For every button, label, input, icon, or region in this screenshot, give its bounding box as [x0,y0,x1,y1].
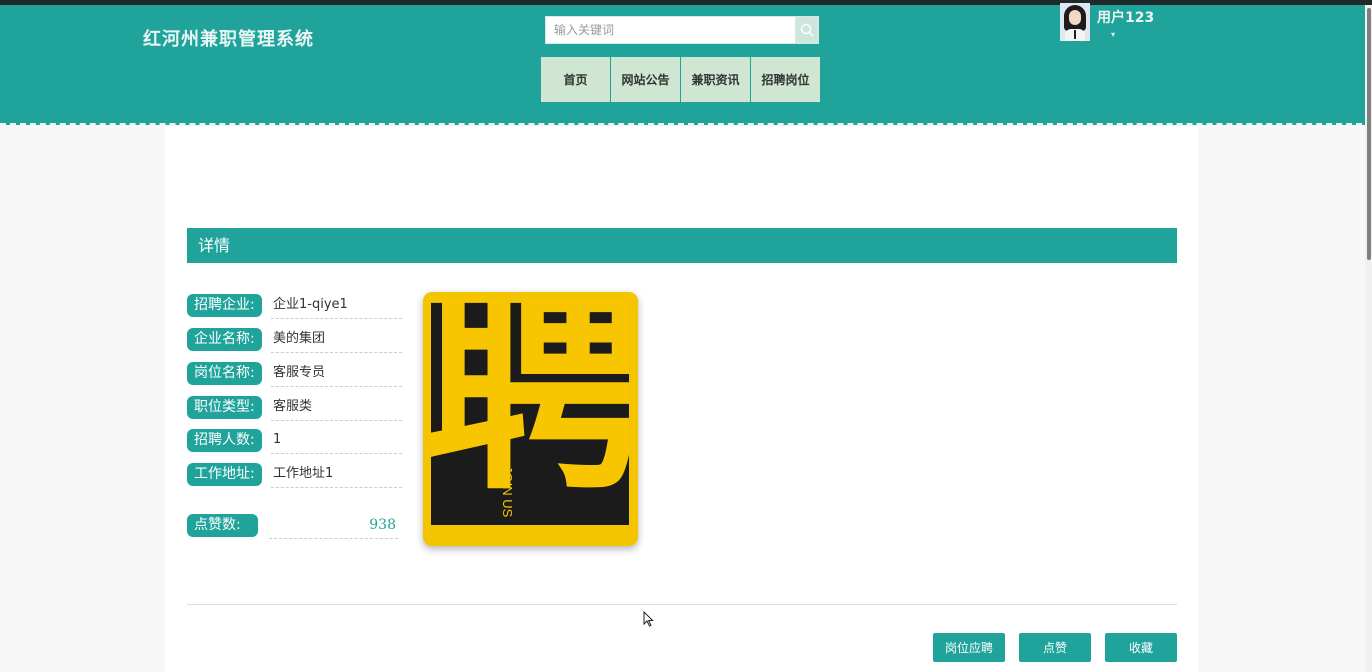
poster-vertical-text: GRAPHIC DESIGNER [502,316,509,387]
search-button[interactable] [795,16,819,44]
poster-artwork: 聘 GRAPHIC DESIGNER EXECUTIVE SECRETARY J… [431,300,629,525]
like-button[interactable]: 点赞 [1019,633,1091,662]
nav-item-home[interactable]: 首页 [541,57,610,102]
field-label: 企业名称: [187,327,262,351]
field-value: 企业1-qiye1 [271,291,402,319]
field-company-name: 企业名称: 美的集团 [187,325,402,353]
username: 用户123 [1097,10,1155,26]
field-work-address: 工作地址: 工作地址1 [187,460,402,488]
field-value: 美的集团 [271,325,402,353]
field-label: 工作地址: [187,462,262,486]
likes-label: 点赞数: [187,513,258,537]
field-position-name: 岗位名称: 客服专员 [187,359,402,387]
site-title: 红河州兼职管理系统 [143,29,314,50]
field-headcount: 招聘人数: 1 [187,426,402,454]
avatar[interactable] [1060,3,1090,41]
job-poster-image: 聘 GRAPHIC DESIGNER EXECUTIVE SECRETARY J… [423,292,638,546]
field-label: 职位类型: [187,395,262,419]
apply-button[interactable]: 岗位应聘 [933,633,1005,662]
nav-item-parttime-news[interactable]: 兼职资讯 [681,57,750,102]
nav-item-announcements[interactable]: 网站公告 [611,57,680,102]
field-label: 岗位名称: [187,361,262,385]
field-value: 工作地址1 [271,460,402,488]
main-nav: 首页 网站公告 兼职资讯 招聘岗位 [541,57,820,102]
nav-item-job-posts[interactable]: 招聘岗位 [751,57,820,102]
search-input[interactable] [545,16,795,44]
field-label: 招聘企业: [187,293,262,317]
scrollbar-thumb[interactable] [1367,8,1371,260]
user-menu[interactable]: 用户123 ▾ [1060,3,1154,41]
field-position-type: 职位类型: 客服类 [187,393,402,421]
field-value: 1 [271,426,402,454]
field-likes: 点赞数: 938 [187,511,398,539]
field-label: 招聘人数: [187,428,262,452]
poster-horizontal-text: EXECUTIVE SECRETARY [537,429,609,435]
field-recruiting-company: 招聘企业: 企业1-qiye1 [187,291,402,319]
detail-section-title: 详情 [187,228,1177,263]
poster-join-text: JOIN US [500,466,515,518]
field-value: 客服类 [271,393,402,421]
favorite-button[interactable]: 收藏 [1105,633,1177,662]
poster-big-character: 聘 [431,300,629,522]
search-icon [800,23,814,37]
chevron-down-icon[interactable]: ▾ [1111,30,1154,39]
section-divider [187,604,1177,605]
mouse-cursor-icon [643,611,654,627]
user-info: 用户123 ▾ [1097,3,1154,41]
field-value: 客服专员 [271,359,402,387]
search-bar [545,16,819,44]
likes-count: 938 [269,511,398,539]
